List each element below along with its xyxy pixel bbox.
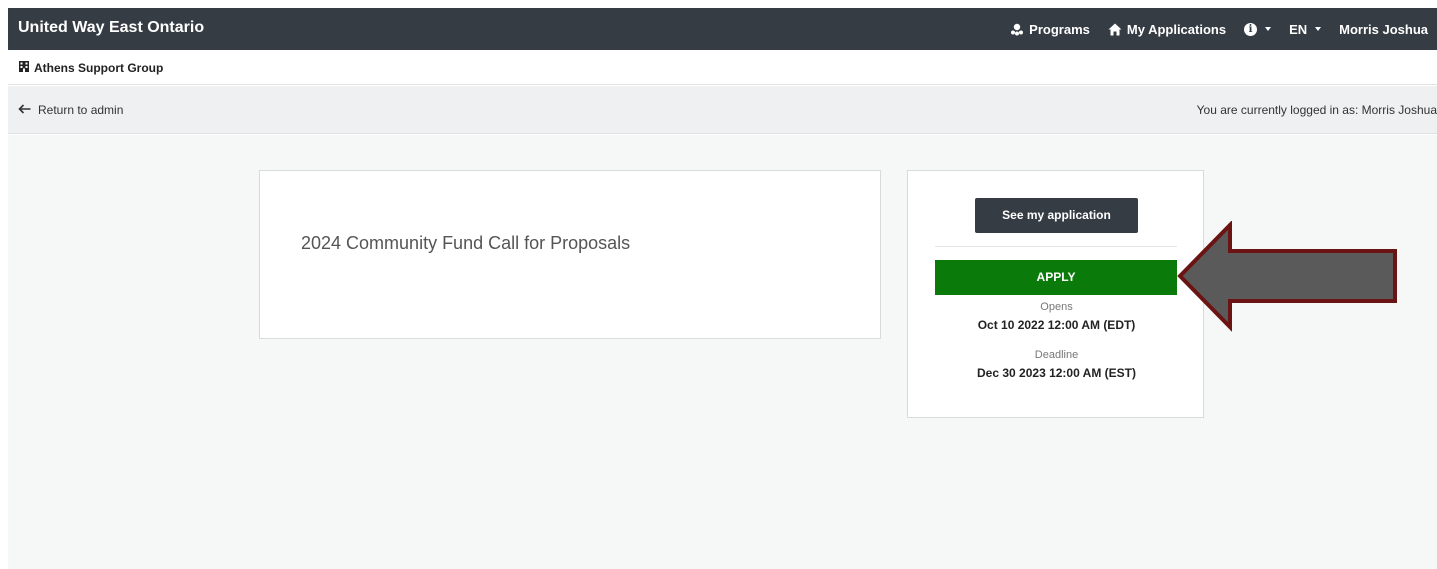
divider xyxy=(935,246,1177,247)
program-card: 2024 Community Fund Call for Proposals xyxy=(259,170,881,339)
nav-user-menu[interactable]: Morris Joshua xyxy=(1330,8,1437,50)
nav-user-label: Morris Joshua xyxy=(1339,21,1428,37)
admin-bar: Return to admin You are currently logged… xyxy=(8,86,1437,134)
info-icon: i xyxy=(1244,22,1258,36)
main-content: 2024 Community Fund Call for Proposals S… xyxy=(8,135,1437,569)
building-icon xyxy=(18,60,30,75)
deadline-label: Deadline xyxy=(1034,349,1079,361)
nav-my-applications[interactable]: My Applications xyxy=(1099,8,1235,50)
application-actions-card: See my application APPLY Opens Oct 10 20… xyxy=(907,170,1204,418)
nav-my-applications-label: My Applications xyxy=(1126,21,1227,37)
see-my-application-button[interactable]: See my application xyxy=(975,198,1138,233)
chevron-down-icon xyxy=(1315,27,1322,31)
org-link[interactable]: Athens Support Group xyxy=(18,60,163,75)
deadline-date: Dec 30 2023 12:00 AM (EST) xyxy=(977,366,1136,380)
logged-in-as-text: You are currently logged in as: Morris J… xyxy=(1196,103,1437,117)
app-frame: United Way East Ontario Programs My Appl… xyxy=(8,8,1437,569)
return-to-admin-label: Return to admin xyxy=(38,103,124,117)
opens-date: Oct 10 2022 12:00 AM (EDT) xyxy=(977,318,1136,332)
org-name: Athens Support Group xyxy=(34,60,164,75)
chevron-down-icon xyxy=(1265,27,1272,31)
arrow-left-icon xyxy=(18,103,31,117)
opens-label: Opens xyxy=(1040,301,1073,313)
home-icon xyxy=(1108,23,1122,36)
nav-programs-label: Programs xyxy=(1029,21,1090,37)
nav-language-dropdown[interactable]: EN xyxy=(1280,8,1330,50)
nav-programs[interactable]: Programs xyxy=(1001,8,1099,50)
annotation-arrow-icon xyxy=(1177,221,1397,332)
nav-info-dropdown[interactable]: i xyxy=(1235,8,1280,50)
nav-right: Programs My Applications i EN Morris Jos… xyxy=(1001,8,1437,50)
brand-title[interactable]: United Way East Ontario xyxy=(18,19,204,37)
org-bar: Athens Support Group xyxy=(8,50,1437,85)
apply-button[interactable]: APPLY xyxy=(935,260,1177,295)
programs-icon xyxy=(1010,23,1024,36)
nav-language-label: EN xyxy=(1289,21,1308,37)
return-to-admin-link[interactable]: Return to admin xyxy=(18,103,123,117)
top-navbar: United Way East Ontario Programs My Appl… xyxy=(8,8,1437,50)
program-title: 2024 Community Fund Call for Proposals xyxy=(301,233,631,253)
